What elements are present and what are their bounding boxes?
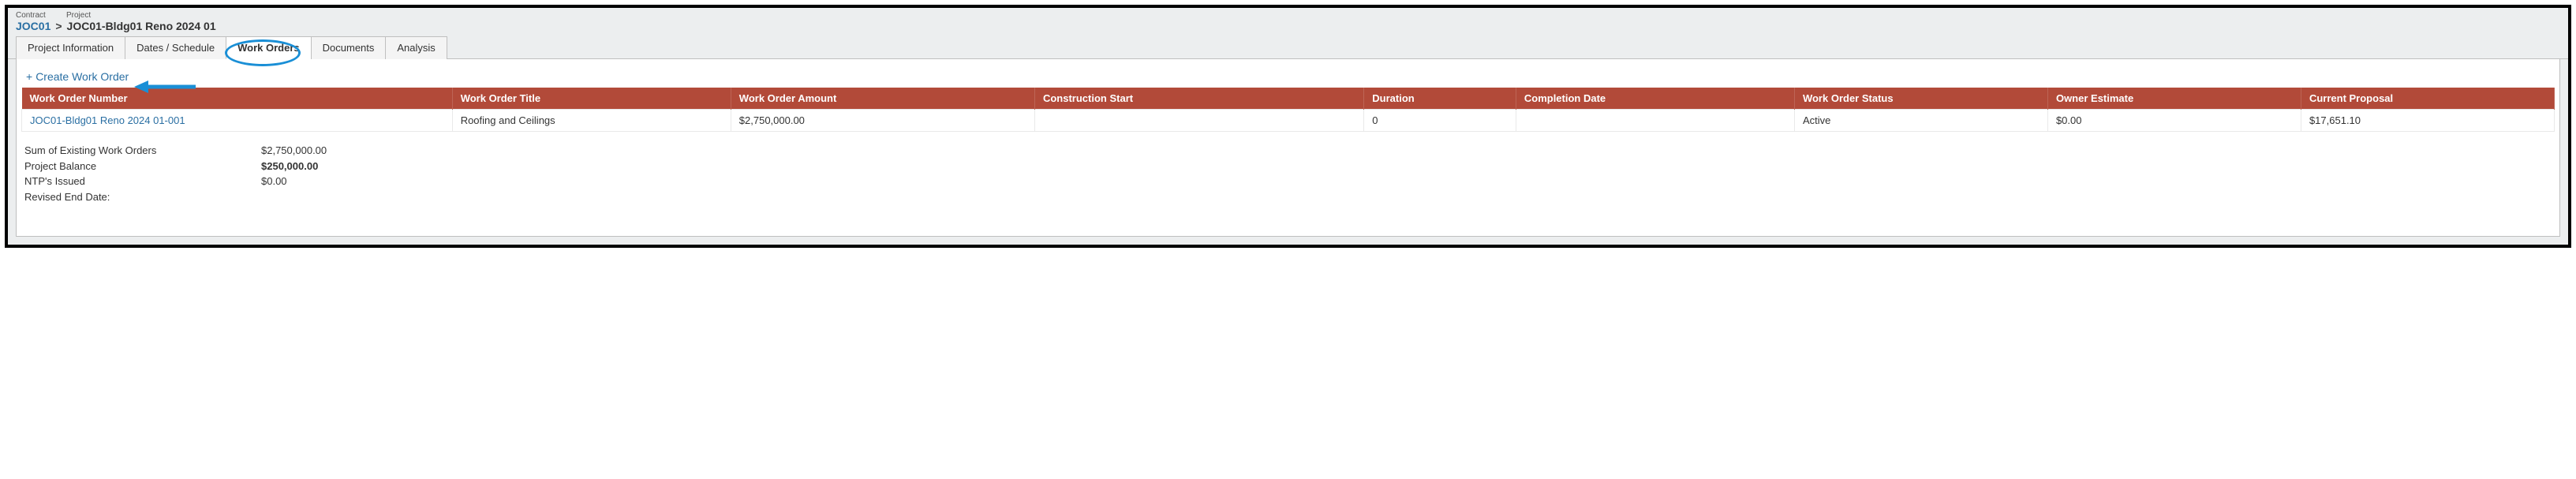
summary-sum-label: Sum of Existing Work Orders: [24, 143, 261, 159]
col-header-title[interactable]: Work Order Title: [452, 88, 731, 110]
tab-work-orders[interactable]: Work Orders: [226, 36, 312, 59]
col-header-amount[interactable]: Work Order Amount: [731, 88, 1034, 110]
tab-project-information[interactable]: Project Information: [16, 36, 125, 59]
summary-revised-end-date: Revised End Date:: [24, 189, 2555, 205]
summary-revised-label: Revised End Date:: [24, 189, 261, 205]
create-work-order-button[interactable]: + Create Work Order: [21, 67, 129, 88]
breadcrumb-separator: >: [55, 20, 62, 32]
table-row[interactable]: JOC01-Bldg01 Reno 2024 01-001 Roofing an…: [22, 110, 2555, 132]
tab-analysis[interactable]: Analysis: [385, 36, 447, 59]
work-orders-table: Work Order Number Work Order Title Work …: [21, 88, 2555, 132]
cell-duration: 0: [1364, 110, 1516, 132]
summary-sum-value: $2,750,000.00: [261, 143, 327, 159]
header-area: Contract Project JOC01 > JOC01-Bldg01 Re…: [8, 8, 2568, 36]
plus-icon: +: [26, 70, 32, 83]
cell-work-order-amount: $2,750,000.00: [731, 110, 1034, 132]
summary-sum-existing: Sum of Existing Work Orders $2,750,000.0…: [24, 143, 2555, 159]
create-work-order-label: Create Work Order: [36, 70, 129, 83]
cell-work-order-title: Roofing and Ceilings: [452, 110, 731, 132]
summary-block: Sum of Existing Work Orders $2,750,000.0…: [21, 143, 2555, 204]
col-header-owner-estimate[interactable]: Owner Estimate: [2047, 88, 2301, 110]
summary-balance-label: Project Balance: [24, 159, 261, 174]
cell-work-order-number[interactable]: JOC01-Bldg01 Reno 2024 01-001: [22, 110, 453, 132]
summary-ntp-value: $0.00: [261, 174, 287, 189]
cell-status: Active: [1794, 110, 2047, 132]
summary-ntp-issued: NTP's Issued $0.00: [24, 174, 2555, 189]
breadcrumb-project-name: JOC01-Bldg01 Reno 2024 01: [67, 20, 216, 32]
project-panel: Contract Project JOC01 > JOC01-Bldg01 Re…: [5, 5, 2571, 248]
col-header-completion-date[interactable]: Completion Date: [1516, 88, 1794, 110]
summary-balance-value: $250,000.00: [261, 159, 318, 174]
tab-dates-schedule[interactable]: Dates / Schedule: [125, 36, 226, 59]
summary-project-balance: Project Balance $250,000.00: [24, 159, 2555, 174]
breadcrumb-project-label: Project: [66, 11, 91, 20]
work-orders-panel: + Create Work Order Work Order Number Wo…: [16, 59, 2560, 237]
breadcrumb-labels: Contract Project: [16, 11, 2560, 20]
col-header-construction-start[interactable]: Construction Start: [1034, 88, 1363, 110]
col-header-status[interactable]: Work Order Status: [1794, 88, 2047, 110]
col-header-duration[interactable]: Duration: [1364, 88, 1516, 110]
breadcrumb-contract-label: Contract: [16, 11, 66, 20]
cell-completion-date: [1516, 110, 1794, 132]
col-header-current-proposal[interactable]: Current Proposal: [2301, 88, 2554, 110]
table-header-row: Work Order Number Work Order Title Work …: [22, 88, 2555, 110]
cell-owner-estimate: $0.00: [2047, 110, 2301, 132]
cell-current-proposal: $17,651.10: [2301, 110, 2554, 132]
cell-construction-start: [1034, 110, 1363, 132]
col-header-number[interactable]: Work Order Number: [22, 88, 453, 110]
breadcrumb: JOC01 > JOC01-Bldg01 Reno 2024 01: [16, 20, 2560, 36]
breadcrumb-contract-link[interactable]: JOC01: [16, 20, 50, 32]
summary-ntp-label: NTP's Issued: [24, 174, 261, 189]
tab-bar: Project Information Dates / Schedule Wor…: [8, 36, 2568, 59]
tab-documents[interactable]: Documents: [311, 36, 387, 59]
